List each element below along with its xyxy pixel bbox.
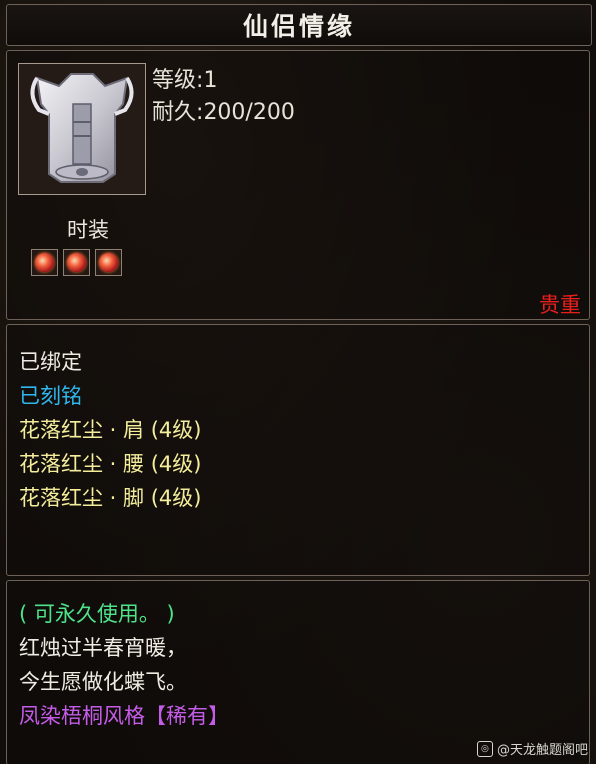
title-bar: 仙侣情缘: [6, 4, 592, 46]
bound-status: 已绑定: [19, 350, 82, 374]
red-gem-icon: [95, 249, 122, 276]
watermark-text: @天龙触题阁吧: [496, 743, 588, 758]
item-summary-panel: 等级:1 耐久:200/200 时装 贵重: [6, 50, 590, 320]
flavor-line-1: 红烛过半春宵暖，: [19, 636, 187, 660]
watermark: ◎ @天龙触题阁吧: [476, 739, 588, 758]
weibo-icon: ◎: [476, 740, 493, 757]
item-stats: 等级:1 耐久:200/200: [152, 65, 295, 129]
stat-durability: 耐久:200/200: [152, 100, 295, 125]
style-tag: 凤染梧桐风格【稀有】: [19, 704, 229, 728]
flavor-line-2: 今生愿做化蝶飞。: [19, 670, 187, 694]
rarity-label: 贵重: [539, 293, 581, 317]
stat-label: 耐久: [152, 100, 197, 125]
gem-slots: [31, 249, 122, 276]
red-gem-icon: [63, 249, 90, 276]
set-part-waist: 花落红尘 · 腰 (4级): [19, 452, 202, 476]
item-title: 仙侣情缘: [242, 12, 355, 41]
item-properties-panel: 已绑定 已刻铭 花落红尘 · 肩 (4级) 花落红尘 · 腰 (4级) 花落红尘…: [6, 324, 590, 576]
stat-value: 200/200: [203, 100, 295, 125]
white-armor-vest-icon: [18, 63, 146, 195]
item-description-panel: ( 可永久使用。 ) 红烛过半春宵暖， 今生愿做化蝶飞。 凤染梧桐风格【稀有】: [6, 580, 590, 764]
set-part-shoulder: 花落红尘 · 肩 (4级): [19, 418, 202, 442]
stat-label: 等级: [152, 68, 197, 93]
stat-level: 等级:1: [152, 68, 218, 93]
item-tooltip: 仙侣情缘 等级:1 耐久:200/200 时装 贵重 已绑定 已刻铭 花落红尘 …: [0, 0, 596, 764]
usage-note: ( 可永久使用。 ): [19, 602, 175, 626]
red-gem-icon: [31, 249, 58, 276]
stat-value: 1: [203, 68, 218, 93]
set-part-feet: 花落红尘 · 脚 (4级): [19, 486, 202, 510]
item-slot-label: 时装: [67, 218, 109, 242]
engraved-status: 已刻铭: [19, 384, 82, 408]
